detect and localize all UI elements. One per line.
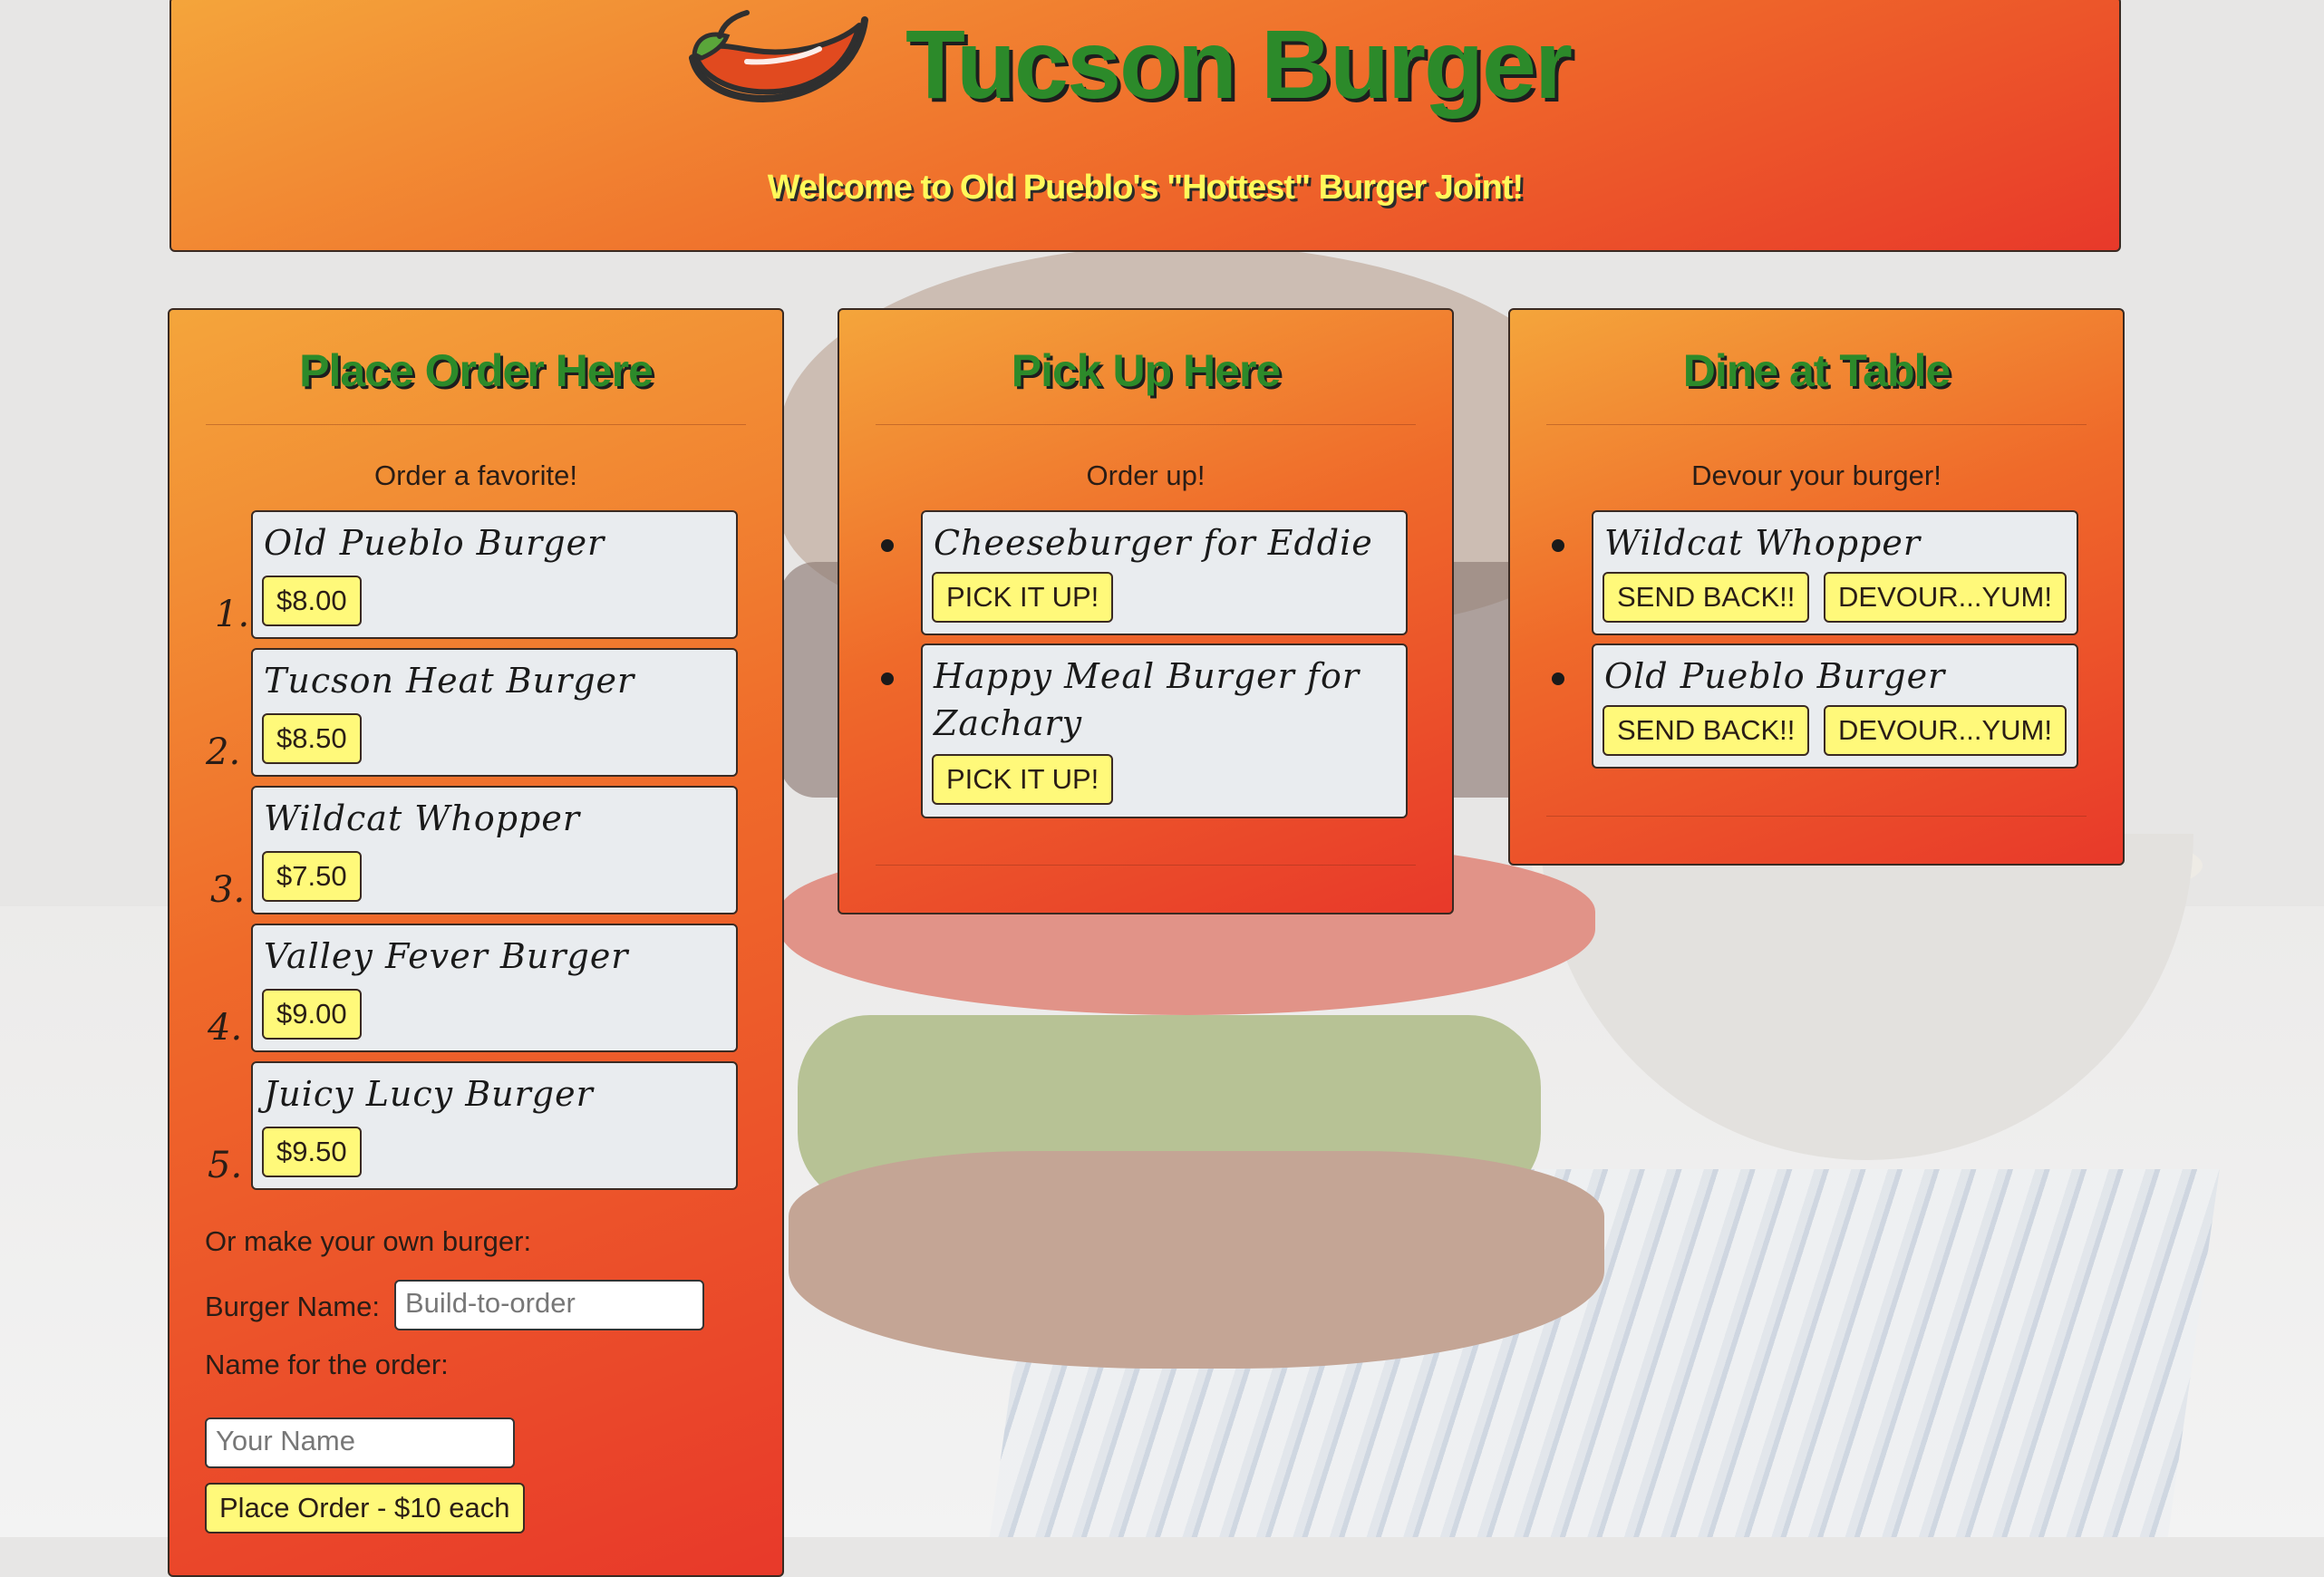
favorite-burger-card[interactable]: Old Pueblo Burger $8.00 — [251, 510, 738, 639]
favorite-price-button[interactable]: $8.50 — [262, 713, 362, 764]
panel-divider — [1546, 424, 2087, 425]
dine-order-card[interactable]: Wildcat Whopper SEND BACK!! DEVOUR...YUM… — [1592, 510, 2078, 635]
panel-divider — [206, 424, 746, 425]
dine-order-name: Wildcat Whopper — [1604, 523, 1922, 563]
favorite-price-button[interactable]: $9.50 — [262, 1127, 362, 1177]
dine-title: Dine at Table — [1682, 345, 1951, 396]
custom-burger-heading: Or make your own burger: — [205, 1225, 532, 1257]
pickup-order-card[interactable]: Happy Meal Burger for Zachary PICK IT UP… — [921, 643, 1408, 818]
place-order-panel: Place Order Here Order a favorite! 1. Ol… — [168, 308, 784, 1577]
dine-order-card[interactable]: Old Pueblo Burger SEND BACK!! DEVOUR...Y… — [1592, 643, 2078, 769]
list-bullet — [881, 672, 894, 685]
pick-it-up-button[interactable]: PICK IT UP! — [932, 754, 1114, 805]
favorite-price-button[interactable]: $7.50 — [262, 851, 362, 902]
order-up-subhead: Order up! — [1086, 460, 1206, 491]
favorite-burger-card[interactable]: Valley Fever Burger $9.00 — [251, 924, 738, 1052]
devour-subhead: Devour your burger! — [1691, 460, 1942, 491]
devour-button[interactable]: DEVOUR...YUM! — [1824, 705, 2067, 756]
panel-footer-divider — [876, 865, 1416, 866]
pickup-order-card[interactable]: Cheeseburger for Eddie PICK IT UP! — [921, 510, 1408, 635]
dine-order-name: Old Pueblo Burger — [1604, 656, 1946, 696]
list-bullet — [1552, 672, 1564, 685]
chili-pepper-icon — [683, 4, 874, 121]
send-back-button[interactable]: SEND BACK!! — [1603, 705, 1810, 756]
list-number: 5. — [208, 1145, 243, 1186]
favorite-price-button[interactable]: $9.00 — [262, 989, 362, 1040]
list-number: 3. — [210, 869, 246, 911]
order-favorite-subhead: Order a favorite! — [374, 460, 577, 491]
list-number: 1. — [215, 594, 250, 635]
favorite-burger-name: Valley Fever Burger — [264, 936, 629, 976]
favorite-price-button[interactable]: $8.00 — [262, 576, 362, 626]
place-order-title: Place Order Here — [299, 345, 654, 396]
order-name-input[interactable]: Your Name — [205, 1417, 515, 1468]
favorite-burger-name: Tucson Heat Burger — [264, 661, 635, 701]
background-bun-bottom — [789, 1151, 1604, 1369]
list-number: 2. — [206, 731, 241, 773]
list-bullet — [1552, 539, 1564, 552]
place-order-button[interactable]: Place Order - $10 each — [205, 1483, 525, 1533]
pickup-title: Pick Up Here — [1011, 345, 1281, 396]
favorite-burger-name: Wildcat Whopper — [264, 798, 581, 838]
devour-button[interactable]: DEVOUR...YUM! — [1824, 572, 2067, 623]
favorite-burger-name: Old Pueblo Burger — [264, 523, 605, 563]
panel-footer-divider — [1546, 816, 2087, 817]
site-tagline: Welcome to Old Pueblo's "Hottest" Burger… — [767, 169, 1524, 207]
dine-panel: Dine at Table Devour your burger! Wildca… — [1508, 308, 2125, 866]
panel-divider — [876, 424, 1416, 425]
send-back-button[interactable]: SEND BACK!! — [1603, 572, 1810, 623]
pick-it-up-button[interactable]: PICK IT UP! — [932, 572, 1114, 623]
site-title: Tucson Burger — [905, 9, 1573, 119]
order-name-label: Name for the order: — [205, 1349, 449, 1380]
favorite-burger-card[interactable]: Wildcat Whopper $7.50 — [251, 786, 738, 914]
favorite-burger-name: Juicy Lucy Burger — [264, 1074, 594, 1114]
list-number: 4. — [208, 1007, 243, 1049]
pickup-order-name-line1: Happy Meal Burger for — [934, 656, 1361, 696]
favorite-burger-card[interactable]: Tucson Heat Burger $8.50 — [251, 648, 738, 777]
site-header: Tucson Burger Welcome to Old Pueblo's "H… — [169, 0, 2121, 252]
burger-name-input[interactable]: Build-to-order — [394, 1280, 704, 1330]
pickup-panel: Pick Up Here Order up! Cheeseburger for … — [838, 308, 1454, 914]
burger-name-label: Burger Name: — [205, 1291, 380, 1322]
list-bullet — [881, 539, 894, 552]
pickup-order-name: Cheeseburger for Eddie — [934, 523, 1373, 563]
favorite-burger-card[interactable]: Juicy Lucy Burger $9.50 — [251, 1061, 738, 1190]
pickup-order-name-line2: Zachary — [934, 703, 1083, 743]
